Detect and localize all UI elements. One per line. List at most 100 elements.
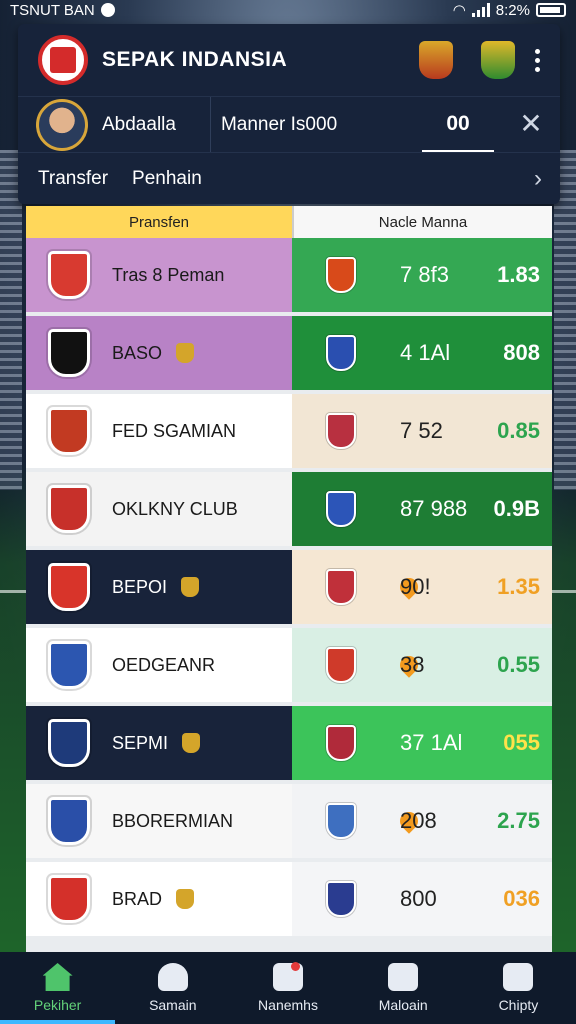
app-header: SEPAK INDANSIA Abdaalla Manner Is000 00 … bbox=[18, 24, 560, 204]
club-badge-icon bbox=[48, 329, 90, 377]
player-cell: BBORERMIAN bbox=[26, 784, 292, 858]
row-rating: 0.9B bbox=[493, 496, 540, 521]
nav-label: Maloain bbox=[378, 997, 428, 1013]
row-rating: 2.75 bbox=[497, 808, 540, 833]
table-row[interactable]: BRAD 800 036 bbox=[26, 862, 552, 936]
value-cell: 90! 1.35 bbox=[292, 550, 552, 624]
club-badge-icon bbox=[48, 563, 90, 611]
table-row[interactable]: BBORERMIAN 208 2.75 bbox=[26, 784, 552, 858]
home-icon bbox=[42, 963, 73, 991]
club-badge-icon bbox=[48, 875, 90, 923]
status-text: TSNUT BAN bbox=[10, 1, 95, 19]
nav-item-mail[interactable]: Maloain bbox=[346, 952, 461, 1024]
table-header: Pransfen Nacle Manna bbox=[26, 206, 552, 238]
club-badge-icon bbox=[48, 797, 90, 845]
club-badge-icon bbox=[48, 251, 90, 299]
value-cell: 4 1Al 808 bbox=[292, 316, 552, 390]
value-cell: 7 8f3 1.83 bbox=[292, 238, 552, 312]
player-name: Tras 8 Peman bbox=[112, 264, 225, 285]
player-cell: Tras 8 Peman bbox=[26, 238, 292, 312]
player-cell: BASO bbox=[26, 316, 292, 390]
row-value: 38 bbox=[400, 652, 425, 677]
column-header-transfer[interactable]: Pransfen bbox=[26, 206, 292, 238]
player-name: BASO bbox=[112, 342, 163, 363]
value-cell: 7 52 0.85 bbox=[292, 394, 552, 468]
opponent-badge-icon bbox=[326, 491, 356, 527]
app-logo[interactable] bbox=[38, 35, 88, 85]
score-tab[interactable]: 00 bbox=[422, 97, 494, 153]
player-cell: SEPMI bbox=[26, 706, 292, 780]
row-value: 90! bbox=[400, 574, 431, 599]
status-bar: TSNUT BAN ◠ 8:2% bbox=[0, 0, 576, 20]
user-name: Abdaalla bbox=[102, 113, 176, 135]
value-cell: 37 1Al 055 bbox=[292, 706, 552, 780]
avatar[interactable] bbox=[36, 98, 88, 151]
club-badge-icon bbox=[48, 407, 90, 455]
transfer-table: Pransfen Nacle Manna Tras 8 Peman 7 8f3 1.… bbox=[26, 206, 552, 954]
player-cell: BRAD bbox=[26, 862, 292, 936]
club-badge-icon bbox=[48, 485, 90, 533]
player-name: OKLKNY CLUB bbox=[112, 498, 238, 519]
table-row[interactable]: OEDGEANR 38 0.55 bbox=[26, 628, 552, 702]
battery-text: 8:2% bbox=[495, 1, 530, 19]
mini-crest-icon bbox=[176, 343, 195, 363]
row-value: 4 1Al bbox=[400, 340, 451, 365]
nav-label: Samain bbox=[149, 997, 197, 1013]
nav-item-person[interactable]: Samain bbox=[115, 952, 230, 1024]
battery-icon bbox=[536, 3, 566, 17]
notification-icon bbox=[100, 3, 115, 17]
notification-dot bbox=[290, 962, 300, 971]
person-icon bbox=[157, 963, 188, 991]
opponent-badge-icon bbox=[326, 725, 356, 761]
row-value: 37 1Al bbox=[400, 730, 463, 755]
opponent-badge-icon bbox=[326, 881, 356, 917]
opponent-badge-icon bbox=[326, 803, 356, 839]
column-header-value[interactable]: Nacle Manna bbox=[292, 206, 552, 238]
row-rating: 1.35 bbox=[497, 574, 540, 599]
player-name: SEPMI bbox=[112, 732, 169, 753]
manager-label: Manner Is000 bbox=[220, 113, 338, 135]
close-icon[interactable]: ✕ bbox=[516, 109, 546, 139]
opponent-badge-icon bbox=[326, 647, 356, 683]
mini-crest-icon bbox=[182, 733, 201, 753]
mini-crest-icon bbox=[176, 889, 195, 909]
signal-icon bbox=[471, 3, 490, 17]
club-crest-icon[interactable] bbox=[419, 41, 454, 79]
chat-icon bbox=[503, 963, 534, 991]
nav-item-chat[interactable]: Chipty bbox=[461, 952, 576, 1024]
table-row[interactable]: OKLKNY CLUB 87 988 0.9B bbox=[26, 472, 552, 546]
opponent-badge-icon bbox=[326, 569, 356, 605]
nav-label: Chipty bbox=[498, 997, 539, 1013]
player-name: BRAD bbox=[112, 888, 163, 909]
table-row[interactable]: FED SGAMIAN 7 52 0.85 bbox=[26, 394, 552, 468]
tab-pemain[interactable]: Penhain bbox=[132, 168, 202, 190]
player-name: FED SGAMIAN bbox=[112, 420, 237, 441]
player-cell: BEPOI bbox=[26, 550, 292, 624]
more-options-icon[interactable] bbox=[535, 48, 540, 72]
tab-transfer[interactable]: Transfer bbox=[38, 168, 108, 190]
player-cell: OKLKNY CLUB bbox=[26, 472, 292, 546]
nav-item-home[interactable]: Pekiher bbox=[0, 952, 116, 1024]
chevron-right-icon[interactable]: › bbox=[534, 165, 542, 193]
nav-item-profile[interactable]: Nanemhs bbox=[230, 952, 345, 1024]
table-row[interactable]: BASO 4 1Al 808 bbox=[26, 316, 552, 390]
mini-crest-icon bbox=[181, 577, 200, 597]
value-cell: 87 988 0.9B bbox=[292, 472, 552, 546]
app-title: SEPAK INDANSIA bbox=[102, 48, 288, 71]
value-cell: 800 036 bbox=[292, 862, 552, 936]
row-rating: 036 bbox=[503, 886, 540, 911]
player-cell: FED SGAMIAN bbox=[26, 394, 292, 468]
row-rating: 1.83 bbox=[497, 262, 540, 287]
row-value: 87 988 bbox=[400, 496, 468, 521]
table-row[interactable]: Tras 8 Peman 7 8f3 1.83 bbox=[26, 238, 552, 312]
row-value: 800 bbox=[400, 886, 437, 911]
bottom-nav: Pekiher Samain Nanemhs Maloain Chipty bbox=[0, 952, 576, 1024]
table-row[interactable]: SEPMI 37 1Al 055 bbox=[26, 706, 552, 780]
opponent-badge-icon bbox=[326, 257, 356, 293]
player-name: OEDGEANR bbox=[112, 654, 216, 675]
league-crest-icon[interactable] bbox=[481, 41, 516, 79]
player-name: BEPOI bbox=[112, 576, 168, 597]
table-row[interactable]: BEPOI 90! 1.35 bbox=[26, 550, 552, 624]
opponent-badge-icon bbox=[326, 413, 356, 449]
row-rating: 808 bbox=[503, 340, 540, 365]
